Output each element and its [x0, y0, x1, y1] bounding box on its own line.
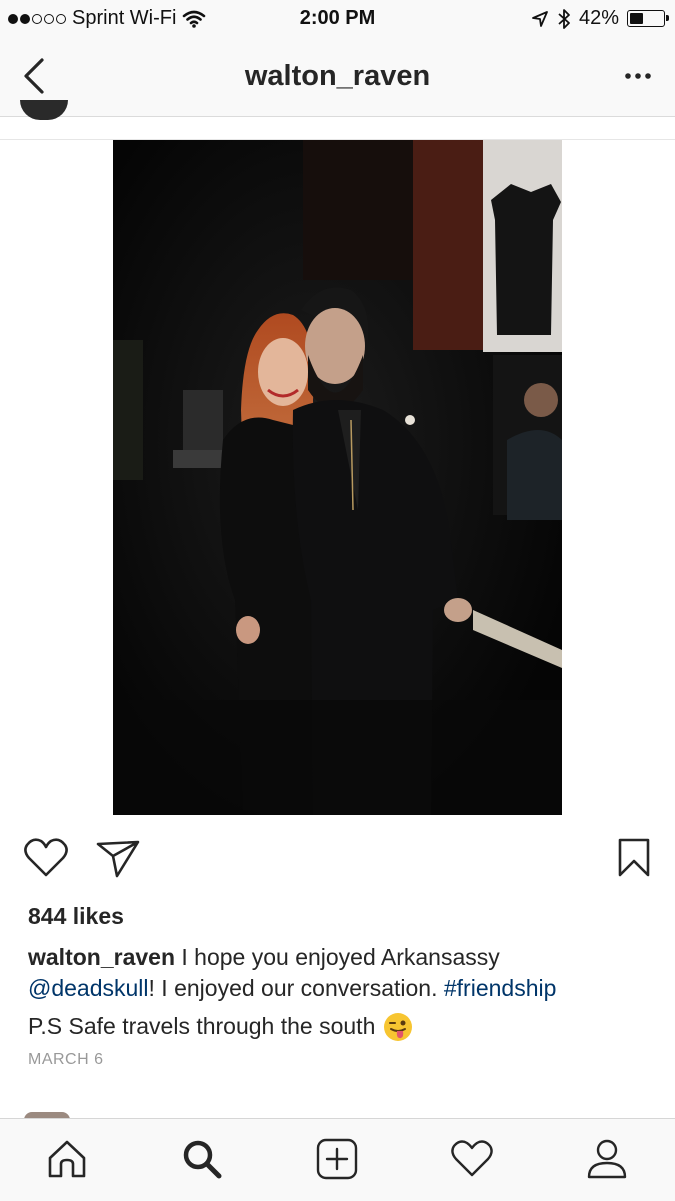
caption-hashtag[interactable]: #friendship: [444, 975, 557, 1001]
heart-icon: [24, 838, 68, 877]
send-icon: [96, 840, 140, 878]
status-right: 42%: [531, 7, 669, 30]
caption-text: walton_raven I hope you enjoyed Arkansas…: [28, 942, 658, 1004]
home-icon: [48, 1140, 86, 1178]
post-caption: walton_raven I hope you enjoyed Arkansas…: [28, 942, 658, 1042]
caption-line-3: P.S Safe travels through the south: [28, 1011, 658, 1042]
like-button[interactable]: [22, 834, 70, 882]
caption-text-3: P.S Safe travels through the south: [28, 1013, 376, 1039]
add-post-icon: [316, 1138, 358, 1180]
tab-bar: [0, 1118, 675, 1201]
tab-profile[interactable]: [583, 1135, 631, 1183]
post-photo-image: [113, 140, 562, 815]
tab-search[interactable]: [178, 1135, 226, 1183]
tab-activity[interactable]: [448, 1135, 496, 1183]
previous-post-avatar: [20, 100, 68, 120]
save-button[interactable]: [610, 834, 658, 882]
profile-username-title: walton_raven: [244, 60, 431, 92]
caption-mention[interactable]: @deadskull: [28, 975, 149, 1001]
post-date: MARCH 6: [28, 1051, 104, 1068]
likes-count[interactable]: 844 likes: [28, 903, 124, 930]
post-photo[interactable]: [113, 140, 562, 815]
caption-username[interactable]: walton_raven: [28, 944, 175, 970]
battery-percent: 42%: [578, 7, 619, 29]
share-button[interactable]: [94, 834, 142, 882]
caption-text-1: I hope you enjoyed Arkansassy: [175, 944, 500, 970]
tab-new-post[interactable]: [313, 1135, 361, 1183]
status-bar: Sprint Wi-Fi 2:00 PM 42%: [0, 0, 675, 38]
battery-icon: [627, 10, 669, 27]
search-icon: [183, 1140, 222, 1179]
profile-icon: [587, 1139, 627, 1179]
more-options-button[interactable]: [623, 64, 653, 88]
caption-text-2: ! I enjoyed our conversation.: [148, 975, 444, 1001]
ellipsis-icon: [625, 73, 651, 79]
winking-face-with-tongue-emoji: [384, 1012, 413, 1041]
bluetooth-icon: [558, 8, 570, 29]
post-actions: [0, 830, 675, 890]
tab-home[interactable]: [43, 1135, 91, 1183]
heart-icon: [451, 1140, 493, 1177]
navigation-bar: walton_raven: [0, 38, 675, 117]
bookmark-icon: [618, 838, 650, 877]
location-arrow-icon: [532, 10, 548, 27]
